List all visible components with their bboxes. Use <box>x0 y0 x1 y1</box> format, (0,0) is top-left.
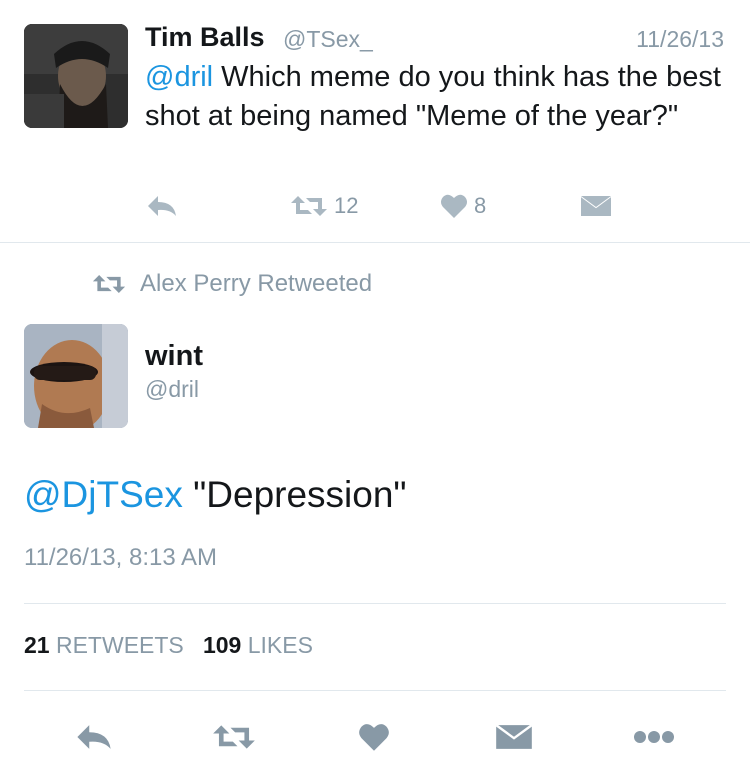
envelope-icon <box>495 724 533 749</box>
mention-link[interactable]: @dril <box>145 61 213 93</box>
retweets-count: 21 <box>24 632 50 658</box>
retweet-notice: Alex Perry Retweeted <box>92 268 372 300</box>
retweet-icon <box>291 196 327 216</box>
like-button[interactable]: 8 <box>440 188 486 224</box>
envelope-icon <box>580 195 612 216</box>
retweets-label: RETWEETS <box>55 632 184 658</box>
author-name[interactable]: Tim Balls <box>145 22 265 53</box>
tweet-stats: 21 RETWEETS 109 LIKES <box>24 632 313 659</box>
retweet-button[interactable] <box>212 715 256 759</box>
main-tweet-actions <box>0 715 750 759</box>
reply-button[interactable] <box>146 188 178 224</box>
message-button[interactable] <box>580 188 612 224</box>
tweet-text: @DjTSex "Depression" <box>24 474 407 516</box>
tweet-timestamp[interactable]: 11/26/13, 8:13 AM <box>24 544 217 572</box>
more-icon <box>634 731 674 743</box>
reply-icon <box>148 196 176 216</box>
retweet-count: 12 <box>334 193 359 218</box>
reply-button[interactable] <box>72 715 116 759</box>
author-handle[interactable]: @TSex_ <box>283 26 373 53</box>
reply-icon <box>77 725 111 749</box>
likes-stat[interactable]: 109 LIKES <box>203 632 313 658</box>
tweet-actions: 12 8 <box>0 188 750 224</box>
mention-link[interactable]: @DjTSex <box>24 474 183 515</box>
likes-label: LIKES <box>247 632 313 658</box>
tweet-text: @dril Which meme do you think has the be… <box>145 58 725 136</box>
divider <box>24 690 726 691</box>
heart-icon <box>359 724 389 751</box>
retweet-icon <box>92 275 126 293</box>
avatar[interactable] <box>24 24 128 128</box>
tweet-body: Which meme do you think has the best sho… <box>145 61 721 132</box>
author-name[interactable]: wint <box>145 340 203 373</box>
avatar[interactable] <box>24 324 128 428</box>
reply-tweet[interactable]: Tim Balls @TSex_ 11/26/13 @dril Which me… <box>0 0 750 242</box>
retweets-stat[interactable]: 21 RETWEETS <box>24 632 184 658</box>
tweet-body: "Depression" <box>182 474 407 515</box>
retweet-button[interactable]: 12 <box>290 188 358 224</box>
divider <box>24 603 726 604</box>
like-button[interactable] <box>352 715 396 759</box>
likes-count: 109 <box>202 632 242 658</box>
divider <box>0 242 750 243</box>
tweet-date: 11/26/13 <box>636 26 724 52</box>
heart-icon <box>441 194 467 218</box>
more-button[interactable] <box>632 715 676 759</box>
like-count: 8 <box>474 193 487 218</box>
author-handle[interactable]: @dril <box>145 376 199 403</box>
retweeted-by[interactable]: Alex Perry Retweeted <box>140 270 372 298</box>
retweet-icon <box>213 725 255 749</box>
message-button[interactable] <box>492 715 536 759</box>
